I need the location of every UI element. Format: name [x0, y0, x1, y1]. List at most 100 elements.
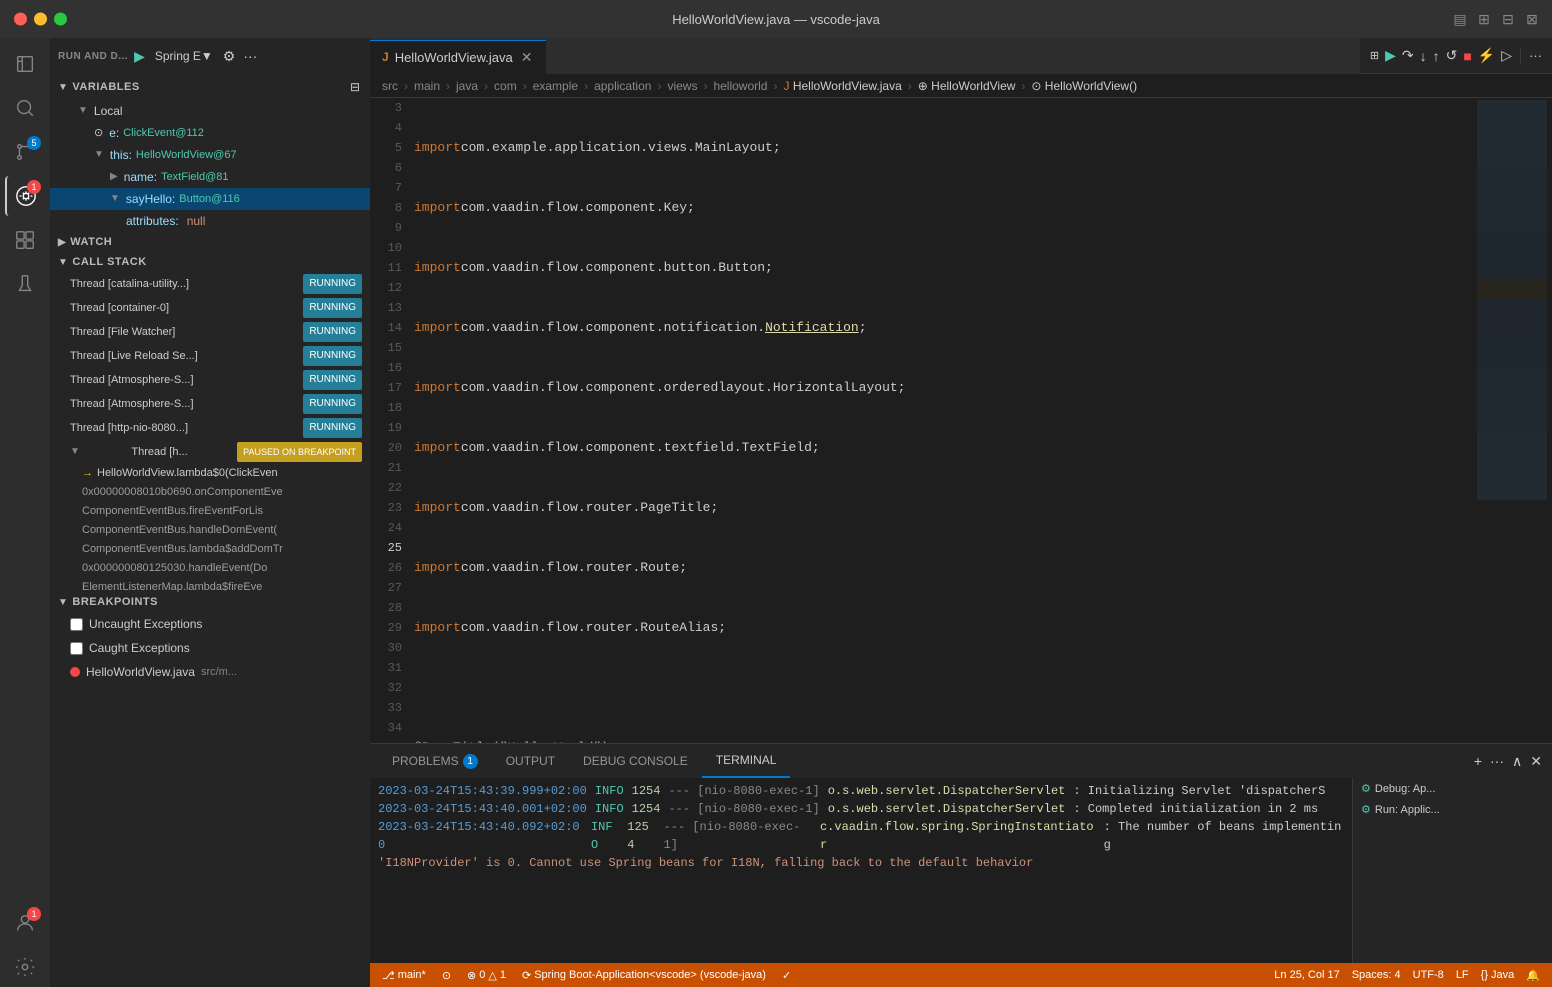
run-more-icon[interactable]: ··· [241, 46, 259, 66]
var-sayhello[interactable]: ▼ sayHello: Button@116 [50, 188, 370, 210]
variables-chevron: ▼ [58, 82, 68, 93]
new-terminal-icon[interactable]: + [1472, 751, 1484, 771]
stack-frame-5[interactable]: 0x000000080125030.handleEvent(Do [50, 559, 370, 578]
var-attributes[interactable]: attributes: null [50, 210, 370, 232]
stack-item-container[interactable]: Thread [container-0] RUNNING [50, 296, 370, 320]
tab-close-button[interactable]: ✕ [519, 49, 535, 66]
breadcrumb-java[interactable]: java [456, 79, 478, 93]
step-out-icon[interactable]: ↑ [1431, 46, 1442, 66]
activity-search[interactable] [5, 88, 45, 128]
bp-caught[interactable]: Caught Exceptions [50, 636, 370, 660]
maximize-button[interactable] [54, 13, 67, 26]
stack-item-atm1[interactable]: Thread [Atmosphere-S...] RUNNING [50, 368, 370, 392]
stack-item-livereload[interactable]: Thread [Live Reload Se...] RUNNING [50, 344, 370, 368]
var-name[interactable]: ▶ name: TextField@81 [50, 166, 370, 188]
status-language[interactable]: {} Java [1477, 969, 1519, 981]
breadcrumb-method[interactable]: ⊙ HelloWorldView() [1031, 79, 1137, 93]
stack-frame-6[interactable]: ElementListenerMap.lambda$fireEve [50, 578, 370, 592]
var-e[interactable]: ⊙ e: ClickEvent@112 [50, 122, 370, 144]
breadcrumb-sep6: › [657, 79, 661, 93]
more-debug-icon[interactable]: ··· [1527, 46, 1544, 65]
panel-toggle-icon[interactable]: ⊟ [1500, 11, 1516, 27]
editor-tab-helloworld[interactable]: J HelloWorldView.java ✕ [370, 40, 546, 74]
breadcrumb-application[interactable]: application [594, 79, 651, 93]
tab-terminal[interactable]: TERMINAL [702, 744, 791, 778]
status-sync[interactable]: ⊙ [438, 963, 455, 987]
status-notifications[interactable]: 🔔 [1522, 969, 1544, 982]
bp-helloworld[interactable]: HelloWorldView.java src/m... [50, 660, 370, 684]
close-button[interactable] [14, 13, 27, 26]
activity-account[interactable]: 1 [5, 903, 45, 943]
status-spaces[interactable]: Spaces: 4 [1348, 969, 1405, 981]
status-spring[interactable]: ⟳ Spring Boot-Application<vscode> (vscod… [518, 963, 770, 987]
breakpoints-section-header[interactable]: ▼ BREAKPOINTS [50, 592, 370, 612]
var-this[interactable]: ▼ this: HelloWorldView@67 [50, 144, 370, 166]
stack-item-paused[interactable]: ▼ Thread [h... PAUSED ON BREAKPOINT [50, 440, 370, 464]
status-position[interactable]: Ln 25, Col 17 [1270, 969, 1343, 981]
breadcrumb-com[interactable]: com [494, 79, 517, 93]
stack-frame-1[interactable]: 0x00000008010b0690.onComponentEve [50, 483, 370, 502]
activity-settings[interactable] [5, 947, 45, 987]
var-local[interactable]: ▼ Local [50, 100, 370, 122]
activity-extensions[interactable] [5, 220, 45, 260]
status-check[interactable]: ✓ [778, 963, 795, 987]
stack-frame-3[interactable]: ComponentEventBus.handleDomEvent( [50, 521, 370, 540]
continue-debug-icon[interactable]: ▶ [1383, 45, 1398, 66]
call-stack-section-header[interactable]: ▼ CALL STACK [50, 252, 370, 272]
debug-panel-debug[interactable]: ⚙ Debug: Ap... [1353, 778, 1552, 799]
breadcrumb-main[interactable]: main [414, 79, 440, 93]
stack-item-atm2[interactable]: Thread [Atmosphere-S...] RUNNING [50, 392, 370, 416]
var-sayhello-type: Button@116 [179, 189, 240, 209]
layout-toggle-icon[interactable]: ⊞ [1368, 47, 1381, 64]
stack-frame-2[interactable]: ComponentEventBus.fireEventForLis [50, 502, 370, 521]
restart-icon[interactable]: ↺ [1444, 45, 1460, 66]
breadcrumb-views[interactable]: views [667, 79, 697, 93]
breadcrumb-src[interactable]: src [382, 79, 398, 93]
tab-output[interactable]: OUTPUT [492, 744, 569, 778]
watch-section-header[interactable]: ▶ WATCH [50, 232, 370, 252]
breadcrumb-example[interactable]: example [533, 79, 578, 93]
breadcrumb-helloworld[interactable]: helloworld [713, 79, 767, 93]
breadcrumb-class[interactable]: ⊕ HelloWorldView [918, 79, 1016, 93]
debug-panel-run[interactable]: ⚙ Run: Applic... [1353, 799, 1552, 820]
sidebar-toggle-icon[interactable]: ▤ [1452, 11, 1468, 27]
bp-uncaught-checkbox[interactable] [70, 618, 83, 631]
stack-item-http[interactable]: Thread [http-nio-8080...] RUNNING [50, 416, 370, 440]
stack-item-filewatcher[interactable]: Thread [File Watcher] RUNNING [50, 320, 370, 344]
layout-icon[interactable]: ⊞ [1476, 11, 1492, 27]
bp-uncaught[interactable]: Uncaught Exceptions [50, 612, 370, 636]
step-into-icon[interactable]: ↓ [1418, 46, 1429, 66]
variables-section-header[interactable]: ▼ VARIABLES ⊟ [50, 74, 370, 100]
run-config-dropdown[interactable]: Spring E▼ [151, 47, 217, 65]
status-errors[interactable]: ⊗ 0 △ 1 [463, 963, 510, 987]
customize-layout-icon[interactable]: ⊠ [1524, 11, 1540, 27]
stop-icon[interactable]: ■ [1461, 46, 1473, 66]
tab-problems[interactable]: PROBLEMS 1 [378, 744, 492, 778]
run-to-cursor-icon[interactable]: ▷ [1499, 45, 1514, 66]
status-encoding[interactable]: UTF-8 [1409, 969, 1448, 981]
run-button[interactable]: ▶ [132, 46, 147, 67]
panel-maximize-icon[interactable]: ∧ [1510, 751, 1524, 772]
terminal-more-icon[interactable]: ··· [1488, 751, 1506, 771]
minimize-button[interactable] [34, 13, 47, 26]
status-eol[interactable]: LF [1452, 969, 1473, 981]
tab-debug-console[interactable]: DEBUG CONSOLE [569, 744, 702, 778]
stack-item-catalina[interactable]: Thread [catalina-utility...] RUNNING [50, 272, 370, 296]
breadcrumb-file[interactable]: J HelloWorldView.java [783, 79, 901, 93]
activity-explorer[interactable] [5, 44, 45, 84]
activity-run-debug[interactable]: 1 [5, 176, 45, 216]
stack-frame-0[interactable]: →HelloWorldView.lambda$0(ClickEven [50, 464, 370, 483]
panel-close-icon[interactable]: ✕ [1528, 751, 1544, 772]
run-settings-icon[interactable]: ⚙ [221, 46, 238, 67]
collapse-all-icon[interactable]: ⊟ [348, 78, 362, 96]
code-editor[interactable]: 3 4 5 6 7 8 9 10 11 12 13 14 15 16 17 18 [370, 98, 1472, 743]
bp-caught-checkbox[interactable] [70, 642, 83, 655]
window-controls[interactable] [14, 13, 67, 26]
status-branch[interactable]: ⎇ main* [378, 963, 430, 987]
hot-replace-icon[interactable]: ⚡ [1476, 45, 1497, 66]
stack-frame-4[interactable]: ComponentEventBus.lambda$addDomTr [50, 540, 370, 559]
step-over-icon[interactable]: ↷ [1400, 45, 1416, 66]
activity-testing[interactable] [5, 264, 45, 304]
terminal-content[interactable]: 2023-03-24T15:43:39.999+02:00 INFO 1254 … [370, 778, 1352, 963]
activity-source-control[interactable]: 5 [5, 132, 45, 172]
